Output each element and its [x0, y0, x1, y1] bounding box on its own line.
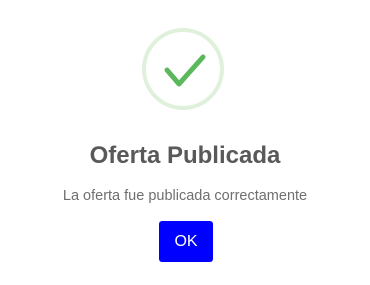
dialog-message: La oferta fue publicada correctamente [62, 188, 308, 204]
success-circle [142, 28, 224, 110]
success-dialog: Oferta Publicada La oferta fue publicada… [0, 0, 370, 285]
dialog-title: Oferta Publicada [89, 142, 281, 169]
checkmark-icon [164, 54, 206, 87]
ok-button[interactable]: OK [159, 221, 213, 262]
